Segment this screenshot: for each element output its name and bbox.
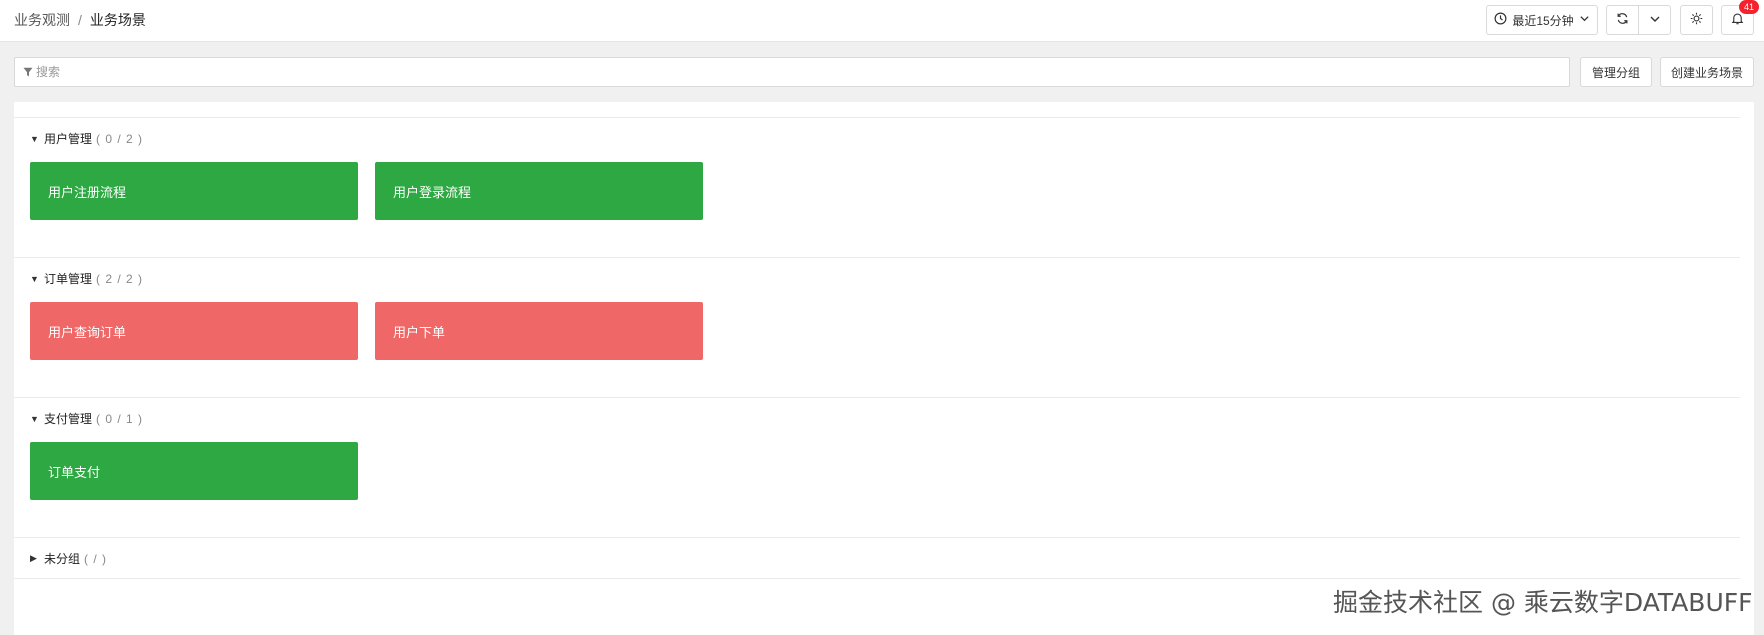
group-count: ( 0 / 2 ) (96, 131, 144, 146)
breadcrumb-separator: / (78, 12, 82, 28)
group-header[interactable]: ▼ 用户管理 ( 0 / 2 ) (30, 130, 143, 147)
breadcrumb-current: 业务场景 (89, 12, 146, 28)
group-header[interactable]: ▼ 订单管理 ( 2 / 2 ) (30, 270, 143, 287)
group-name: 订单管理 (44, 272, 93, 286)
refresh-icon (1616, 12, 1629, 28)
filter-icon (23, 65, 33, 80)
scene-card[interactable]: 用户登录流程 (375, 162, 703, 220)
scene-card[interactable]: 用户查询订单 (30, 302, 358, 360)
time-range-label: 最近15分钟 (1512, 13, 1574, 28)
group-user-management: ▼ 用户管理 ( 0 / 2 ) 用户注册流程 用户登录流程 (14, 117, 1740, 257)
divider (14, 578, 1740, 579)
chevron-down-icon (1649, 13, 1661, 28)
scene-card[interactable]: 用户注册流程 (30, 162, 358, 220)
scene-card[interactable]: 订单支付 (30, 442, 358, 500)
search-input[interactable] (36, 65, 1569, 79)
bell-icon (1731, 12, 1744, 28)
search-row: 管理分组 创建业务场景 (14, 57, 1754, 87)
sun-icon (1690, 12, 1703, 28)
caret-down-icon: ▼ (30, 413, 39, 424)
group-order-management: ▼ 订单管理 ( 2 / 2 ) 用户查询订单 用户下单 (14, 257, 1740, 397)
caret-down-icon: ▼ (30, 273, 39, 284)
refresh-button[interactable] (1606, 5, 1639, 35)
group-count: ( 0 / 1 ) (96, 411, 144, 426)
search-box[interactable] (14, 57, 1570, 87)
chevron-down-icon (1579, 13, 1590, 27)
create-scene-button[interactable]: 创建业务场景 (1660, 57, 1754, 87)
notification-badge: 41 (1739, 0, 1759, 14)
top-bar: 业务观测 / 业务场景 最近15分钟 41 (0, 0, 1764, 42)
group-ungrouped: ▶ 未分组 ( / ) (14, 537, 1740, 578)
theme-toggle-button[interactable] (1680, 5, 1713, 35)
group-name: 用户管理 (44, 132, 93, 146)
notifications-button[interactable]: 41 (1721, 0, 1759, 35)
group-name: 支付管理 (44, 412, 93, 426)
group-name: 未分组 (44, 552, 81, 566)
time-range-picker[interactable]: 最近15分钟 (1486, 5, 1598, 35)
watermark: 掘金技术社区 @ 乘云数字DATABUFF (1333, 588, 1753, 617)
scene-list: ▼ 用户管理 ( 0 / 2 ) 用户注册流程 用户登录流程 ▼ 订单管理 ( … (14, 102, 1754, 635)
clock-icon (1494, 12, 1507, 28)
caret-down-icon: ▼ (30, 133, 39, 144)
refresh-interval-dropdown[interactable] (1638, 5, 1671, 35)
breadcrumb: 业务观测 / 业务场景 (14, 10, 146, 30)
breadcrumb-parent[interactable]: 业务观测 (14, 10, 70, 30)
group-header[interactable]: ▼ 支付管理 ( 0 / 1 ) (30, 410, 143, 427)
group-header[interactable]: ▶ 未分组 ( / ) (30, 550, 107, 567)
group-count: ( / ) (84, 551, 108, 566)
group-count: ( 2 / 2 ) (96, 271, 144, 286)
manage-groups-button[interactable]: 管理分组 (1580, 57, 1652, 87)
caret-right-icon: ▶ (30, 553, 37, 563)
scene-card[interactable]: 用户下单 (375, 302, 703, 360)
group-payment-management: ▼ 支付管理 ( 0 / 1 ) 订单支付 (14, 397, 1740, 537)
